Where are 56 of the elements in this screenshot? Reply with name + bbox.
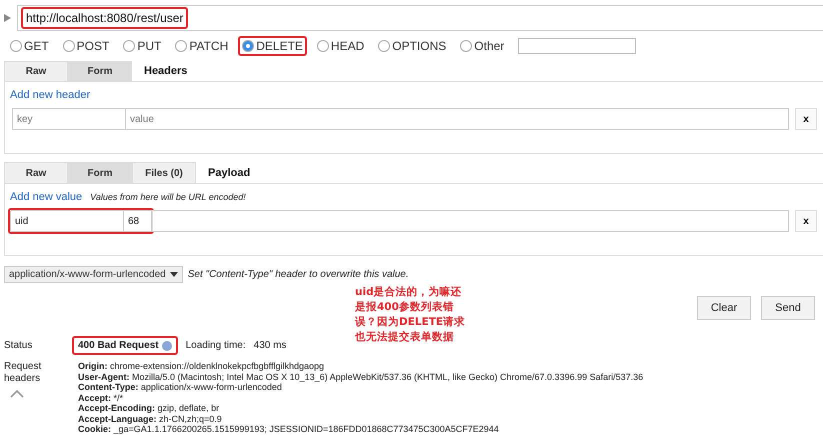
annotation-text: uid是合法的，为嘛还是报400参数列表错误？因为DELETE请求也无法提交表单数据 <box>355 285 466 346</box>
remove-button[interactable]: x <box>795 108 817 130</box>
header-value: gzip, deflate, br <box>158 403 220 414</box>
method-radio[interactable]: POST <box>58 36 114 56</box>
add-value-link[interactable]: Add new value <box>10 191 82 204</box>
section-title: Headers <box>143 64 188 79</box>
value-field[interactable]: 68 <box>124 210 152 232</box>
action-button[interactable]: Clear <box>697 296 751 320</box>
tab[interactable]: Raw <box>4 60 68 82</box>
header-name: User-Agent: <box>78 372 130 382</box>
key-field[interactable]: key <box>12 108 126 130</box>
encoding-note: Values from here will be URL encoded! <box>90 192 246 202</box>
method-radio[interactable]: Other <box>456 36 508 56</box>
tab[interactable]: Raw <box>4 162 68 184</box>
content-type-select[interactable]: application/x-www-form-urlencoded <box>4 266 183 284</box>
loading-label: Loading time: <box>186 340 246 352</box>
caret-icon <box>10 390 24 398</box>
status-label: Status <box>4 340 34 352</box>
tab[interactable]: Files (0) <box>132 162 196 184</box>
add-header-link[interactable]: Add new header <box>10 89 90 102</box>
value-field[interactable]: value <box>126 108 789 130</box>
other-method-field[interactable] <box>518 38 636 54</box>
header-name: Content-Type: <box>78 382 138 392</box>
action-button[interactable]: Send <box>761 296 815 320</box>
loading-value: 430 ms <box>254 340 286 352</box>
tab[interactable]: Form <box>68 60 132 82</box>
remove-button[interactable]: x <box>795 210 817 232</box>
dropdown-caret-icon <box>170 272 178 278</box>
header-name: Accept-Encoding: <box>78 403 156 414</box>
method-radio[interactable]: DELETE <box>238 36 307 56</box>
content-type-note: Set "Content-Type" header to overwrite this value. <box>188 269 409 280</box>
header-name: Accept: <box>78 392 112 403</box>
method-radio[interactable]: HEAD <box>312 36 368 56</box>
section-title: Payload <box>207 166 250 181</box>
header-value: application/x-www-form-urlencoded <box>140 382 282 392</box>
method-radio[interactable]: PATCH <box>171 36 232 56</box>
expand-icon[interactable] <box>4 14 11 22</box>
tab[interactable]: Form <box>68 162 132 184</box>
header-value: _ga=GA1.1.1766200265.1515999193; JSESSIONID=186FDD01868C773475C300A5CF7E2944 <box>114 424 499 434</box>
request-headers-label: Request headers <box>4 361 42 386</box>
header-value: zh-CN,zh;q=0.9 <box>159 414 222 424</box>
method-radio[interactable]: OPTIONS <box>374 36 450 56</box>
header-name: Cookie: <box>78 424 112 434</box>
status-value: 400 Bad Request <box>72 336 178 356</box>
header-value: */* <box>114 392 124 403</box>
url-text: http://localhost:8080/rest/user <box>21 7 188 30</box>
header-value: Mozilla/5.0 (Macintosh; Intel Mac OS X 10_13_6) AppleWebKit/537.36 (KHTML, like Gecko) Chrome/67.0.3396.99 Safari/537.36 <box>132 372 644 382</box>
method-radio[interactable]: GET <box>6 36 53 56</box>
key-field[interactable]: uid <box>10 210 124 232</box>
value-field-extension[interactable] <box>152 210 789 232</box>
info-icon[interactable] <box>162 340 172 351</box>
header-value: chrome-extension://oldenklnokekpcfbgbfflgilkhdgaopg <box>110 361 324 372</box>
header-name: Accept-Language: <box>78 414 157 424</box>
url-field[interactable]: http://localhost:8080/rest/user <box>17 5 823 32</box>
method-radio[interactable]: PUT <box>119 36 166 56</box>
header-name: Origin: <box>78 361 108 372</box>
